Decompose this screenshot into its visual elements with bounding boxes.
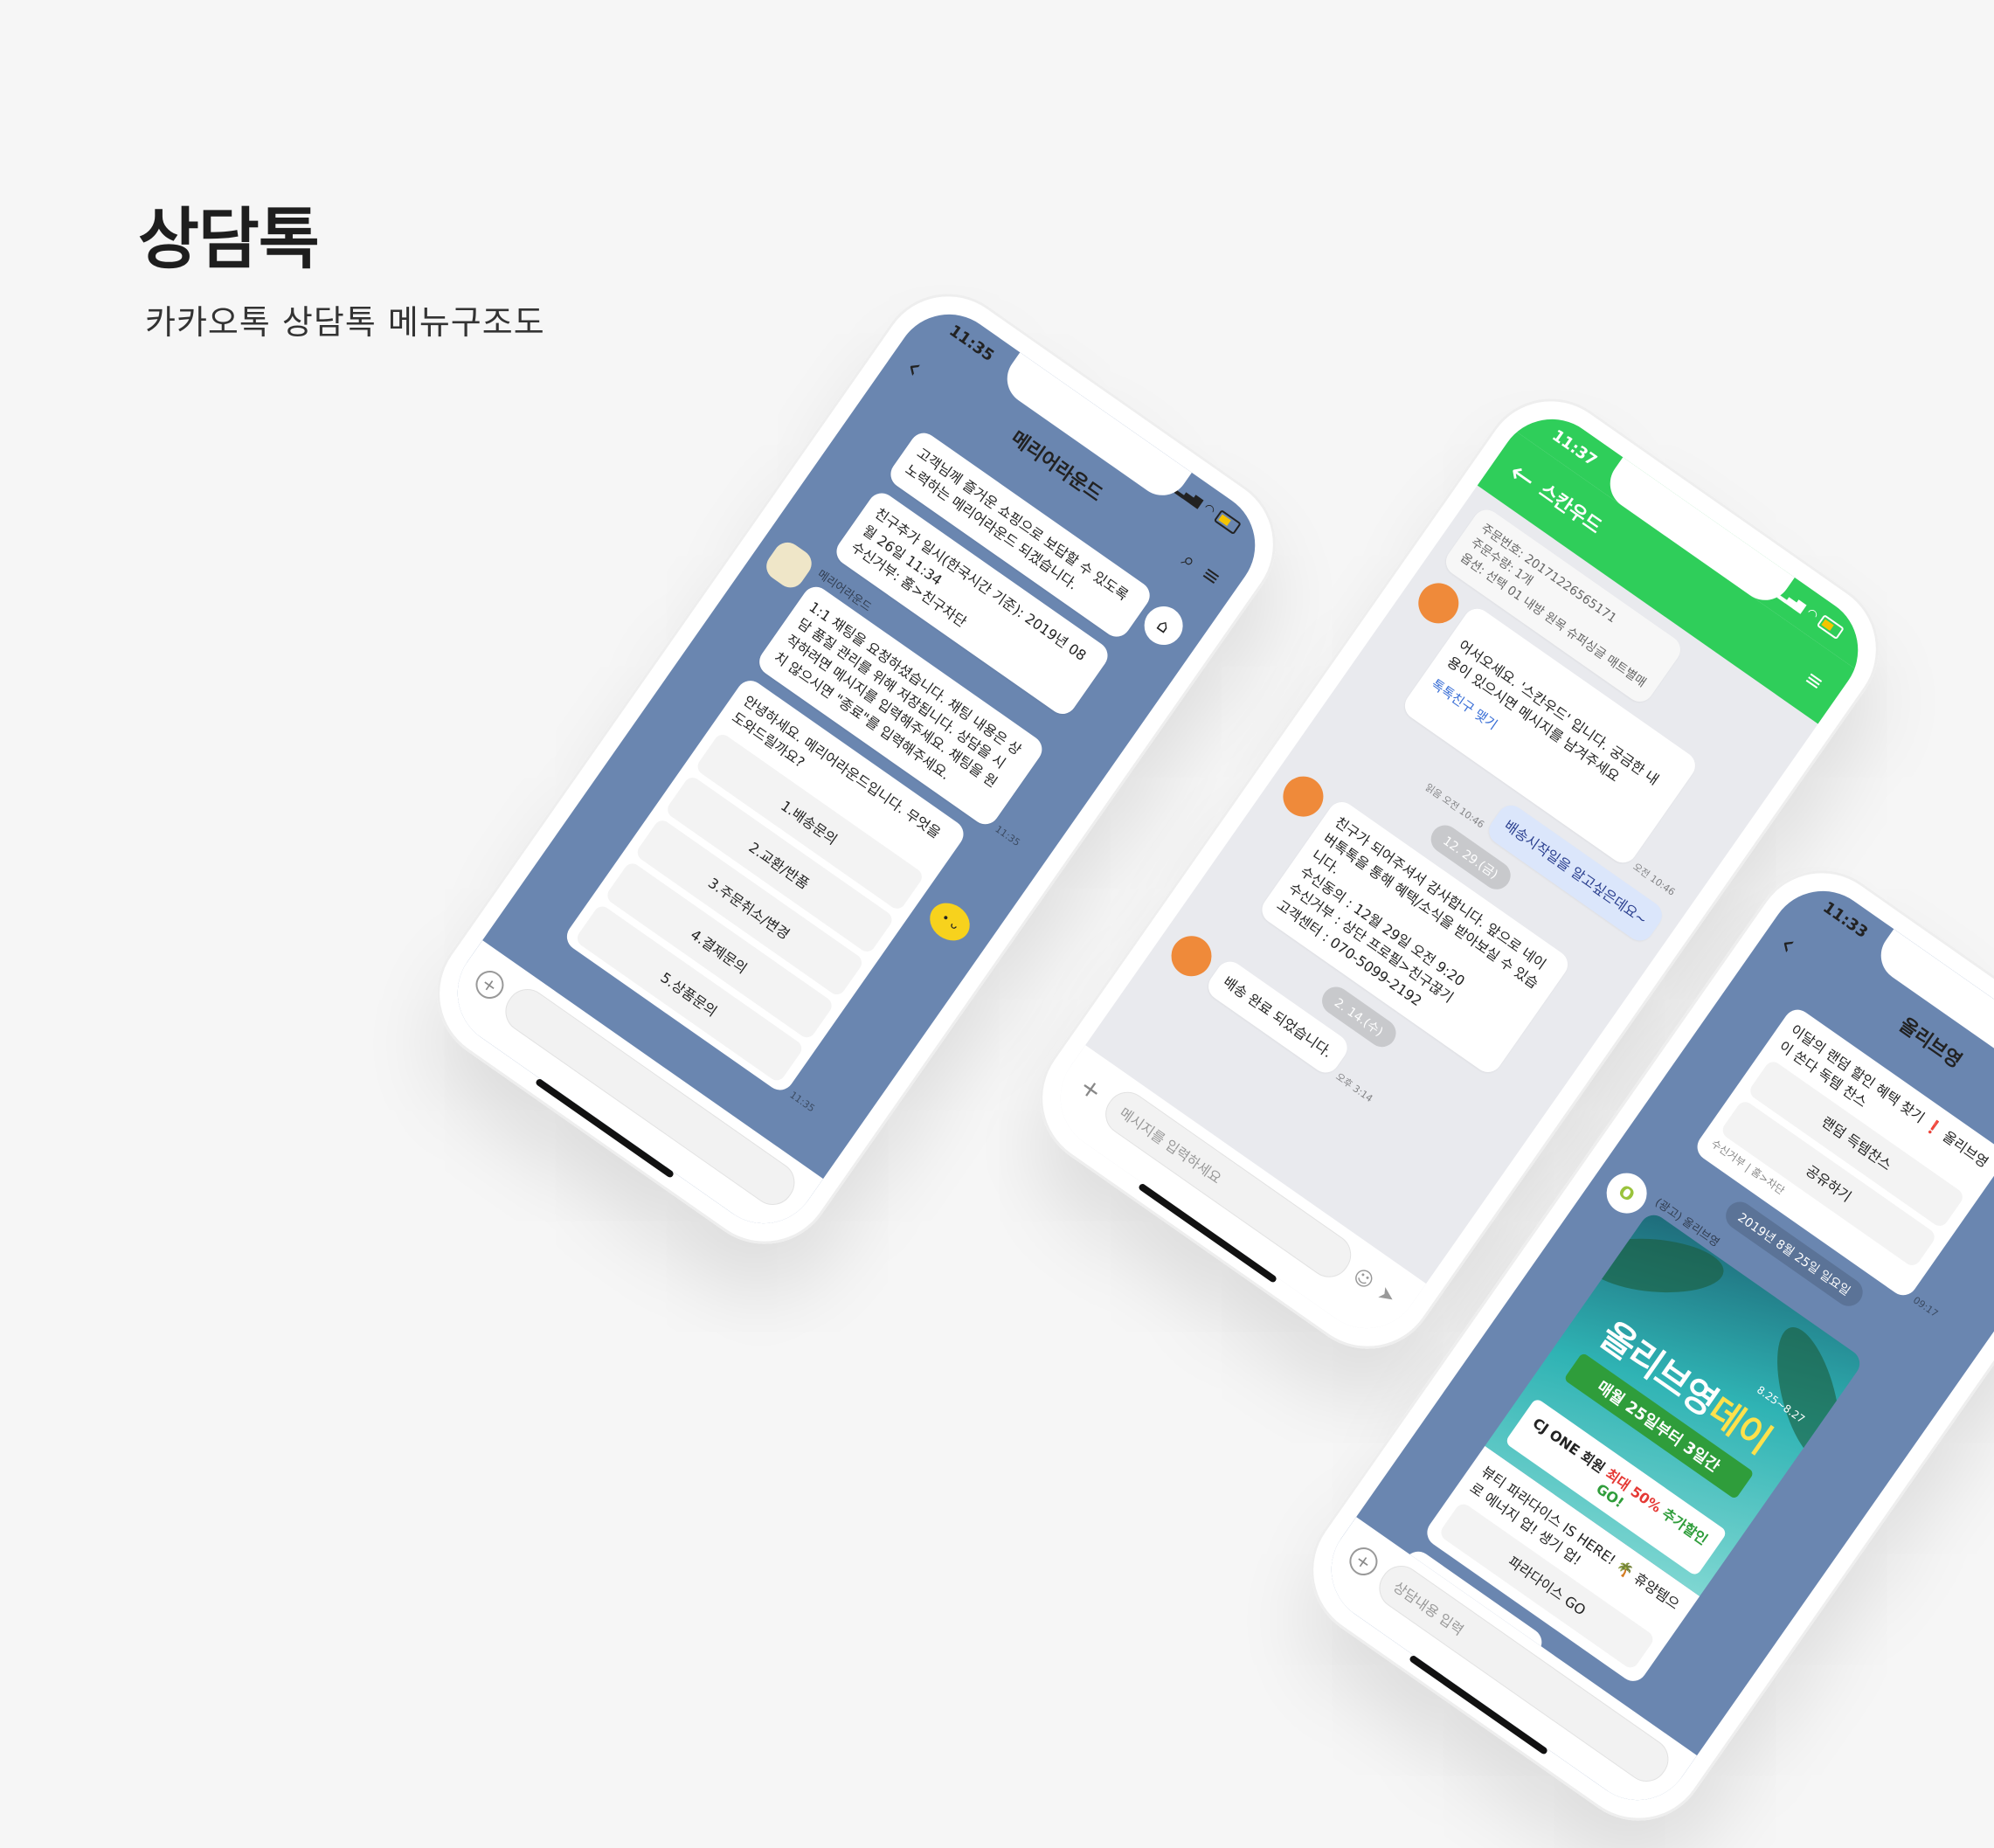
battery-icon — [1213, 509, 1242, 536]
menu-icon[interactable]: ≡ — [1197, 561, 1226, 591]
wifi-icon: ◠ — [1201, 501, 1218, 518]
page-title: 상담톡 — [138, 200, 320, 278]
promo-offer-prefix: CJ ONE 회원 — [1529, 1415, 1609, 1477]
message-time: 11:35 — [787, 1089, 817, 1115]
battery-icon — [1816, 614, 1845, 640]
avatar[interactable] — [760, 536, 818, 593]
page-subtitle: 카카오톡 상담톡 메뉴구조도 — [145, 303, 545, 342]
avatar[interactable] — [1410, 575, 1467, 632]
avatar[interactable] — [1275, 768, 1332, 825]
plus-icon[interactable]: + — [470, 965, 509, 1005]
emoji-icon[interactable]: ☺ — [1349, 1264, 1378, 1294]
menu-icon[interactable]: ≡ — [1800, 666, 1829, 696]
oliveyoung-logo-icon[interactable]: O — [1598, 1165, 1655, 1222]
plus-icon[interactable]: + — [1074, 1071, 1108, 1106]
search-icon[interactable]: ⌕ — [1177, 547, 1201, 574]
avatar[interactable] — [1163, 927, 1220, 985]
message-time: 11:35 — [993, 823, 1023, 848]
plus-icon[interactable]: + — [1344, 1541, 1383, 1582]
send-icon[interactable]: ➤ — [1374, 1282, 1399, 1309]
message-time: 오후 3:14 — [1333, 1070, 1375, 1104]
message-time: 09:17 — [1910, 1294, 1941, 1320]
wifi-icon: ◠ — [1804, 606, 1821, 623]
